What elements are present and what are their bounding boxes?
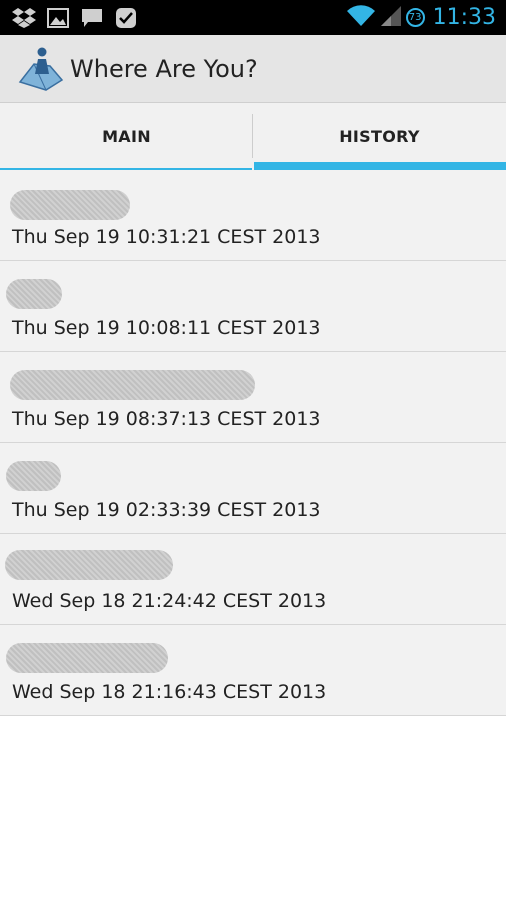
notification-icons — [0, 7, 138, 29]
app-title: Where Are You? — [70, 54, 258, 83]
history-item[interactable]: Thu Sep 19 02:33:39 CEST 2013 — [0, 443, 506, 534]
redacted-location — [5, 550, 173, 580]
history-item[interactable]: Thu Sep 19 08:37:13 CEST 2013 — [0, 352, 506, 443]
history-item[interactable]: Wed Sep 18 21:24:42 CEST 2013 — [0, 534, 506, 625]
redacted-location — [6, 461, 61, 491]
history-date: Wed Sep 18 21:24:42 CEST 2013 — [12, 590, 327, 612]
wifi-icon — [346, 4, 376, 31]
check-badge-icon — [114, 7, 138, 29]
action-bar: Where Are You? — [0, 35, 506, 103]
map-person-icon[interactable] — [16, 44, 66, 94]
tab-history[interactable]: HISTORY — [253, 103, 506, 170]
tab-bar: MAIN HISTORY — [0, 103, 506, 170]
redacted-location — [10, 190, 130, 220]
gallery-icon — [46, 7, 70, 29]
redacted-location — [6, 279, 62, 309]
history-date: Thu Sep 19 10:08:11 CEST 2013 — [12, 317, 321, 339]
history-item[interactable]: Thu Sep 19 10:08:11 CEST 2013 — [0, 261, 506, 352]
tab-divider — [252, 114, 253, 158]
dropbox-icon — [12, 7, 36, 29]
status-bar: 73 11:33 — [0, 0, 506, 35]
signal-icon — [380, 5, 402, 31]
battery-level-icon: 73 — [405, 8, 425, 27]
redacted-location — [6, 643, 168, 673]
history-date: Thu Sep 19 08:37:13 CEST 2013 — [12, 408, 321, 430]
history-date: Thu Sep 19 02:33:39 CEST 2013 — [12, 499, 321, 521]
history-date: Thu Sep 19 10:31:21 CEST 2013 — [12, 226, 321, 248]
history-item[interactable]: Wed Sep 18 21:16:43 CEST 2013 — [0, 625, 506, 716]
history-list: Thu Sep 19 10:31:21 CEST 2013 Thu Sep 19… — [0, 170, 506, 716]
tab-history-indicator — [254, 162, 506, 170]
clock: 11:33 — [432, 5, 496, 30]
history-date: Wed Sep 18 21:16:43 CEST 2013 — [12, 681, 327, 703]
history-item[interactable]: Thu Sep 19 10:31:21 CEST 2013 — [0, 170, 506, 261]
tab-main[interactable]: MAIN — [0, 103, 253, 170]
redacted-location — [10, 370, 255, 400]
system-icons: 73 11:33 — [346, 4, 506, 31]
message-icon — [80, 7, 104, 29]
